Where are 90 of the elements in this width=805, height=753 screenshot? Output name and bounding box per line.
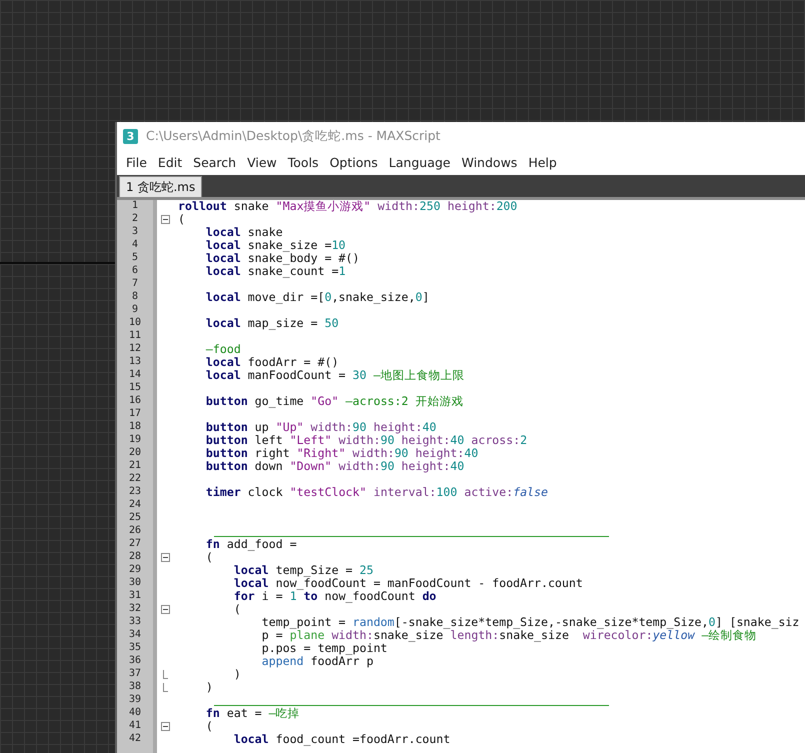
code-line: local map_size = 50	[204, 317, 339, 330]
line-number: 32	[128, 603, 142, 616]
code-line: fn eat = —吃掉	[204, 707, 300, 720]
menu-item[interactable]: Language	[384, 155, 456, 170]
fold-toggle-icon[interactable]	[160, 605, 170, 614]
code-line: rollout snake "Max摸鱼小游戏" width:250 height:200	[178, 200, 518, 213]
code-line: temp_point = random[-snake_size*temp_Size,-snake_size*temp_Size,0] [snake_siz	[260, 616, 800, 629]
line-number: 4	[130, 239, 140, 252]
code-line: (	[232, 603, 241, 616]
line-number: 21	[128, 460, 142, 473]
line-number: 2	[130, 213, 140, 226]
fold-toggle-icon[interactable]	[160, 553, 170, 562]
line-number: 6	[130, 265, 140, 278]
line-number: 11	[128, 330, 142, 343]
code-line: button left "Left" width:90 height:40 across:2	[204, 434, 528, 447]
code-line: local snake_body = #()	[204, 252, 360, 265]
line-number: 40	[128, 707, 142, 720]
menu-item[interactable]: Search	[188, 155, 242, 170]
line-number: 10	[128, 317, 142, 330]
line-number: 42	[128, 733, 142, 746]
line-number: 19	[128, 434, 142, 447]
line-number: 38	[128, 681, 142, 694]
menu-item[interactable]: File	[121, 155, 152, 170]
line-number: 27	[128, 538, 142, 551]
line-number: 16	[128, 395, 142, 408]
line-number: 41	[128, 720, 142, 733]
line-number: 15	[128, 382, 142, 395]
code-line: p = plane width:snake_size length:snake_size wirecolor:yellow —绘制食物	[260, 629, 757, 642]
line-number: 18	[128, 421, 142, 434]
code-line: (	[178, 213, 185, 226]
line-number: 12	[128, 343, 142, 356]
menu-item[interactable]: Edit	[152, 155, 188, 170]
code-line: p.pos = temp_point	[260, 642, 388, 655]
line-number: 30	[128, 577, 142, 590]
menu-item[interactable]: Options	[324, 155, 383, 170]
line-number: 37	[128, 668, 142, 681]
menu-item[interactable]: Windows	[456, 155, 522, 170]
code-line: local now_foodCount = manFoodCount - foodArr.count	[232, 577, 583, 590]
line-number: 29	[128, 564, 142, 577]
line-number: 23	[128, 486, 142, 499]
line-number: 24	[128, 499, 142, 512]
line-number: 5	[130, 252, 140, 265]
line-number: 39	[128, 694, 142, 707]
line-number: 34	[128, 629, 142, 642]
menu-item[interactable]: Help	[523, 155, 562, 170]
code-line: local foodArr = #()	[204, 356, 339, 369]
line-number: 8	[130, 291, 140, 304]
line-number: 14	[128, 369, 142, 382]
code-line: append foodArr p	[260, 655, 374, 668]
code-line: timer clock "testClock" interval:100 active:false	[204, 486, 548, 499]
code-line: )	[232, 668, 241, 681]
code-line: local food_count =foodArr.count	[232, 733, 450, 746]
line-number: 9	[130, 304, 140, 317]
line-number: 20	[128, 447, 142, 460]
fold-toggle-icon[interactable]	[160, 215, 170, 224]
window-title: C:\Users\Admin\Desktop\贪吃蛇.ms - MAXScript	[146, 128, 440, 144]
line-number: 25	[128, 512, 142, 525]
code-line: local snake	[204, 226, 283, 239]
line-number: 28	[128, 551, 142, 564]
code-line: local snake_count =1	[204, 265, 346, 278]
file-tab[interactable]: 1 贪吃蛇.ms	[119, 176, 202, 197]
line-number: 33	[128, 616, 142, 629]
code-line: for i = 1 to now_foodCount do	[232, 590, 436, 603]
code-line: button go_time "Go" —across:2 开始游戏	[204, 395, 464, 408]
code-line: local move_dir =[0,snake_size,0]	[204, 291, 430, 304]
code-line: button up "Up" width:90 height:40	[204, 421, 436, 434]
fold-toggle-icon[interactable]	[160, 722, 170, 731]
line-number: 1	[130, 200, 140, 213]
line-number: 36	[128, 655, 142, 668]
code-line: local snake_size =10	[204, 239, 346, 252]
code-line: button down "Down" width:90 height:40	[204, 460, 464, 473]
line-number: 17	[128, 408, 142, 421]
code-line: (	[204, 720, 213, 733]
line-number: 26	[128, 525, 142, 538]
app-icon: 3	[123, 128, 138, 144]
line-number: 3	[130, 226, 140, 239]
code-line: local temp_Size = 25	[232, 564, 374, 577]
code-line: button right "Right" width:90 height:40	[204, 447, 478, 460]
line-number: 7	[130, 278, 140, 291]
code-line: fn add_food =	[204, 538, 297, 551]
code-line: )	[204, 681, 213, 694]
menu-item[interactable]: Tools	[282, 155, 324, 170]
code-line: (	[204, 551, 213, 564]
line-number: 35	[128, 642, 142, 655]
line-number: 13	[128, 356, 142, 369]
code-line: —food	[204, 343, 241, 356]
menu-item[interactable]: View	[242, 155, 282, 170]
code-line: local manFoodCount = 30 —地图上食物上限	[204, 369, 464, 382]
line-number: 22	[128, 473, 142, 486]
line-number: 31	[128, 590, 142, 603]
